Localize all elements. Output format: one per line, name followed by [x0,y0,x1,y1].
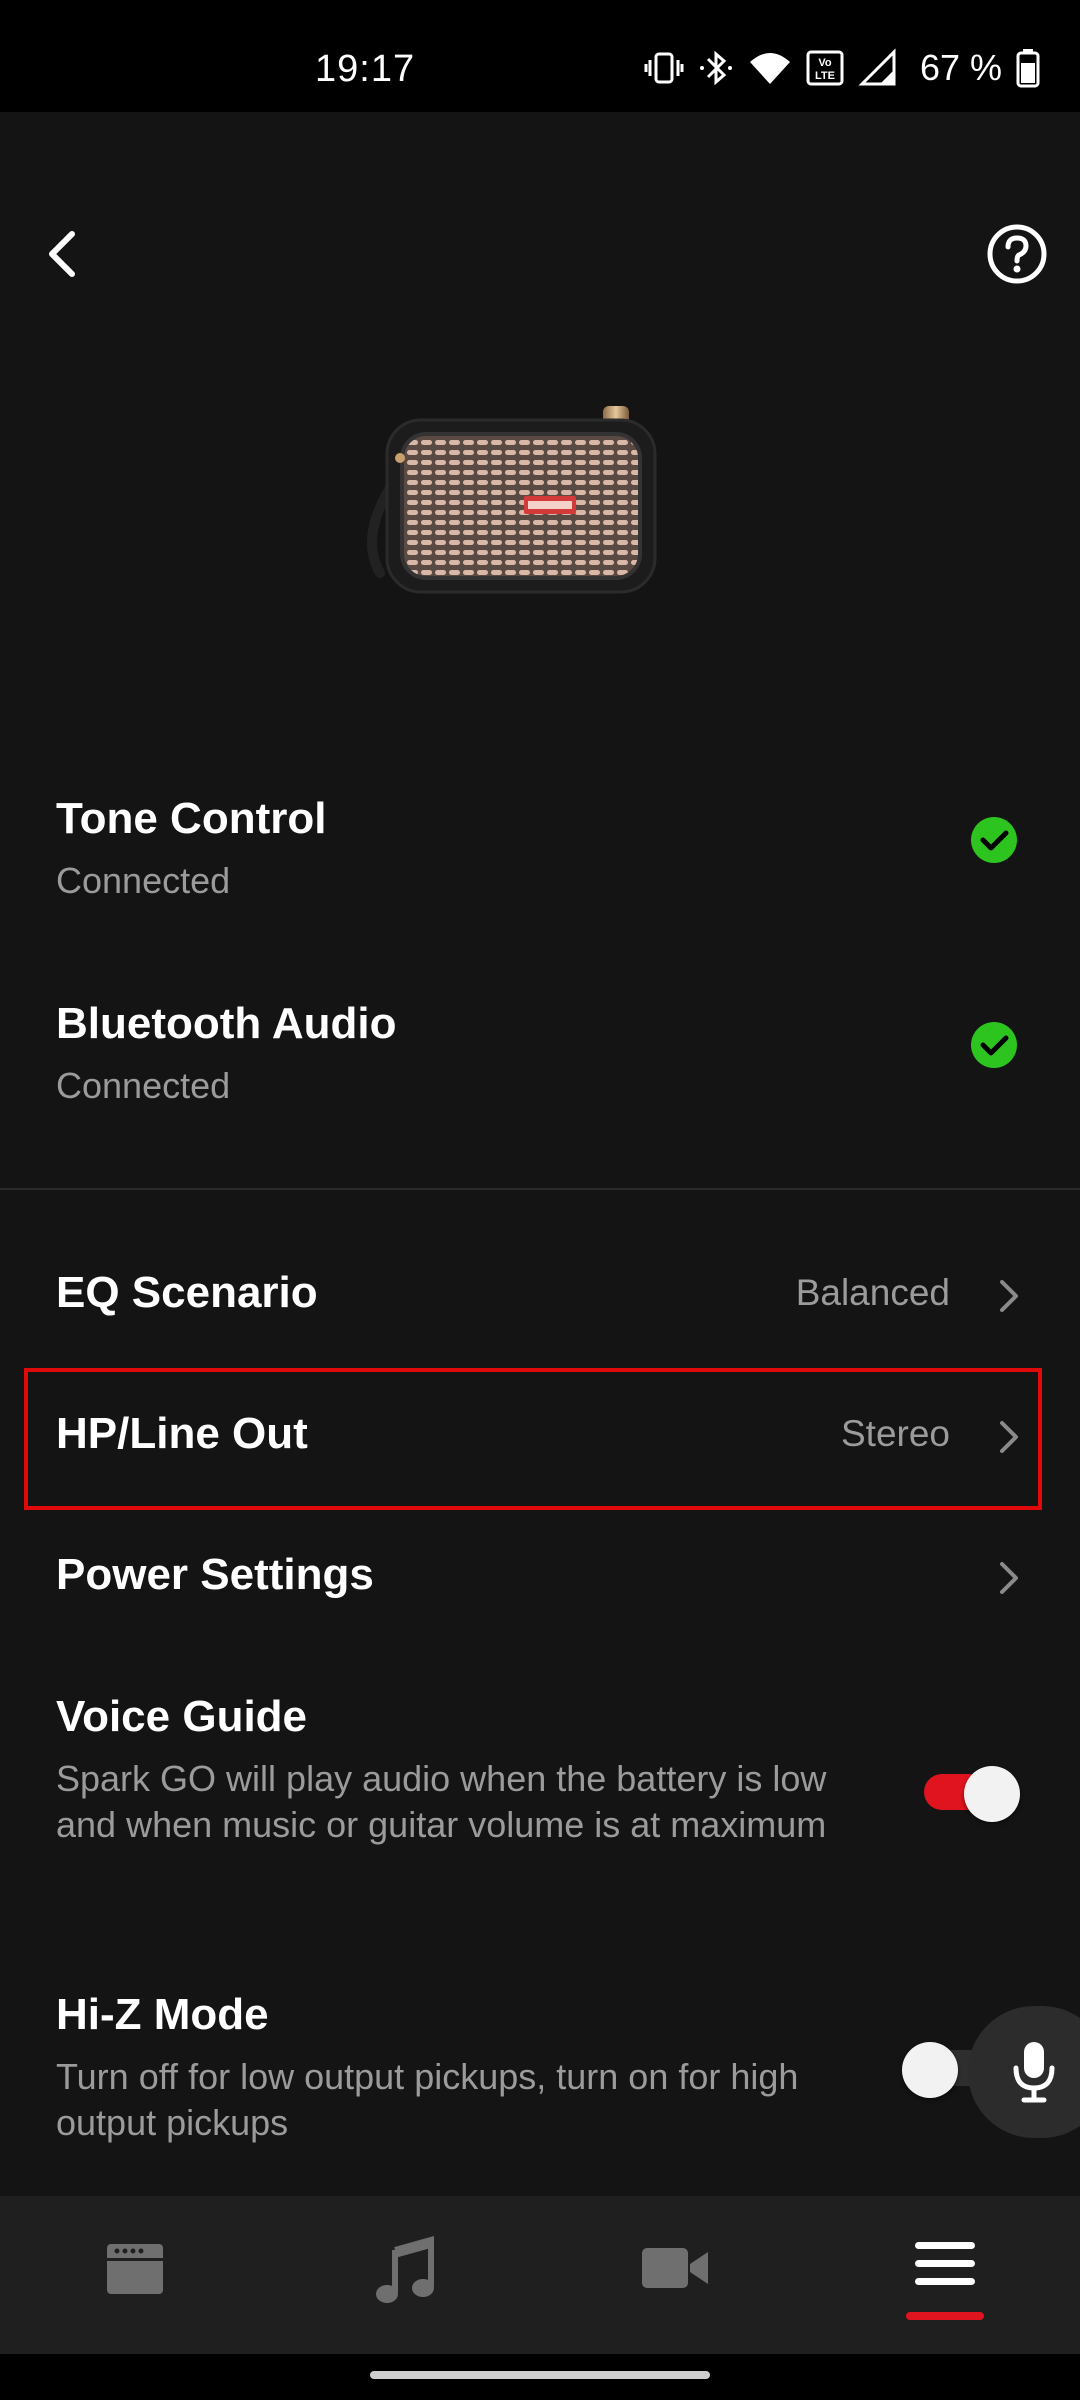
eq-scenario-row[interactable]: EQ Scenario Balanced [56,1242,1024,1352]
hp-line-out-title: HP/Line Out [56,1409,308,1458]
voice-guide-description: Spark GO will play audio when the batter… [56,1758,827,1845]
section-divider [0,1188,1080,1190]
check-circle-icon [971,817,1017,863]
amp-icon [107,2244,163,2294]
home-gesture-bar[interactable] [370,2371,710,2379]
voice-guide-toggle[interactable] [924,1766,1020,1822]
voice-guide-title: Voice Guide [56,1692,308,1741]
hi-z-mode-description: Turn off for low output pickups, turn on… [56,2056,799,2143]
tone-control-row: Tone Control Connected [56,794,1024,934]
voice-guide-row: Voice Guide Spark GO will play audio whe… [56,1692,1024,1912]
eq-scenario-value: Balanced [795,1272,950,1313]
hp-line-out-value: Stereo [840,1413,950,1454]
active-tab-indicator [906,2312,984,2320]
bottom-navigation [0,2196,1080,2354]
chevron-right-icon [1000,1280,1018,1312]
help-circle-icon [987,224,1047,284]
check-circle-icon [971,1022,1017,1068]
tone-control-title: Tone Control [56,794,327,843]
microphone-icon [1013,2042,1055,2103]
video-camera-icon [642,2248,708,2288]
chevron-right-icon [1000,1421,1018,1453]
hi-z-mode-title: Hi-Z Mode [56,1990,269,2039]
power-settings-title: Power Settings [56,1550,374,1599]
vibrate-icon [644,52,684,84]
chevron-left-icon [49,231,75,277]
back-button[interactable] [36,222,88,286]
spark-go-amp-image [350,398,690,608]
wifi-icon [749,53,790,84]
hi-z-mode-row: Hi-Z Mode Turn off for low output pickup… [56,1990,1024,2160]
status-bar: 19:17 Vo LTE 67 % [0,0,1080,112]
tone-control-status: Connected [56,860,231,901]
toggle-knob [964,1766,1020,1822]
power-settings-row[interactable]: Power Settings [56,1524,1024,1634]
nav-menu[interactable] [810,2196,1080,2354]
status-icons: Vo LTE 67 % [644,46,1040,90]
chevron-right-icon [1000,1562,1018,1594]
nav-video[interactable] [540,2196,810,2354]
toggle-knob [902,2042,958,2098]
bluetooth-icon [699,50,732,86]
svg-text:Vo: Vo [818,57,832,69]
volte-icon: Vo LTE [806,50,844,86]
status-time: 19:17 [315,48,416,90]
nav-amp[interactable] [0,2196,270,2354]
bluetooth-audio-row: Bluetooth Audio Connected [56,999,1024,1139]
eq-scenario-title: EQ Scenario [56,1268,318,1317]
hp-line-out-row[interactable]: HP/Line Out Stereo [56,1383,1024,1493]
bluetooth-audio-status: Connected [56,1065,231,1106]
battery-icon [1016,49,1040,88]
bluetooth-audio-title: Bluetooth Audio [56,999,397,1048]
music-note-icon [376,2236,434,2303]
menu-icon [915,2242,975,2285]
svg-text:LTE: LTE [815,70,835,82]
help-button[interactable] [985,222,1049,286]
nav-music[interactable] [270,2196,540,2354]
battery-percent: 67 % [919,47,1002,88]
signal-icon [858,48,896,86]
